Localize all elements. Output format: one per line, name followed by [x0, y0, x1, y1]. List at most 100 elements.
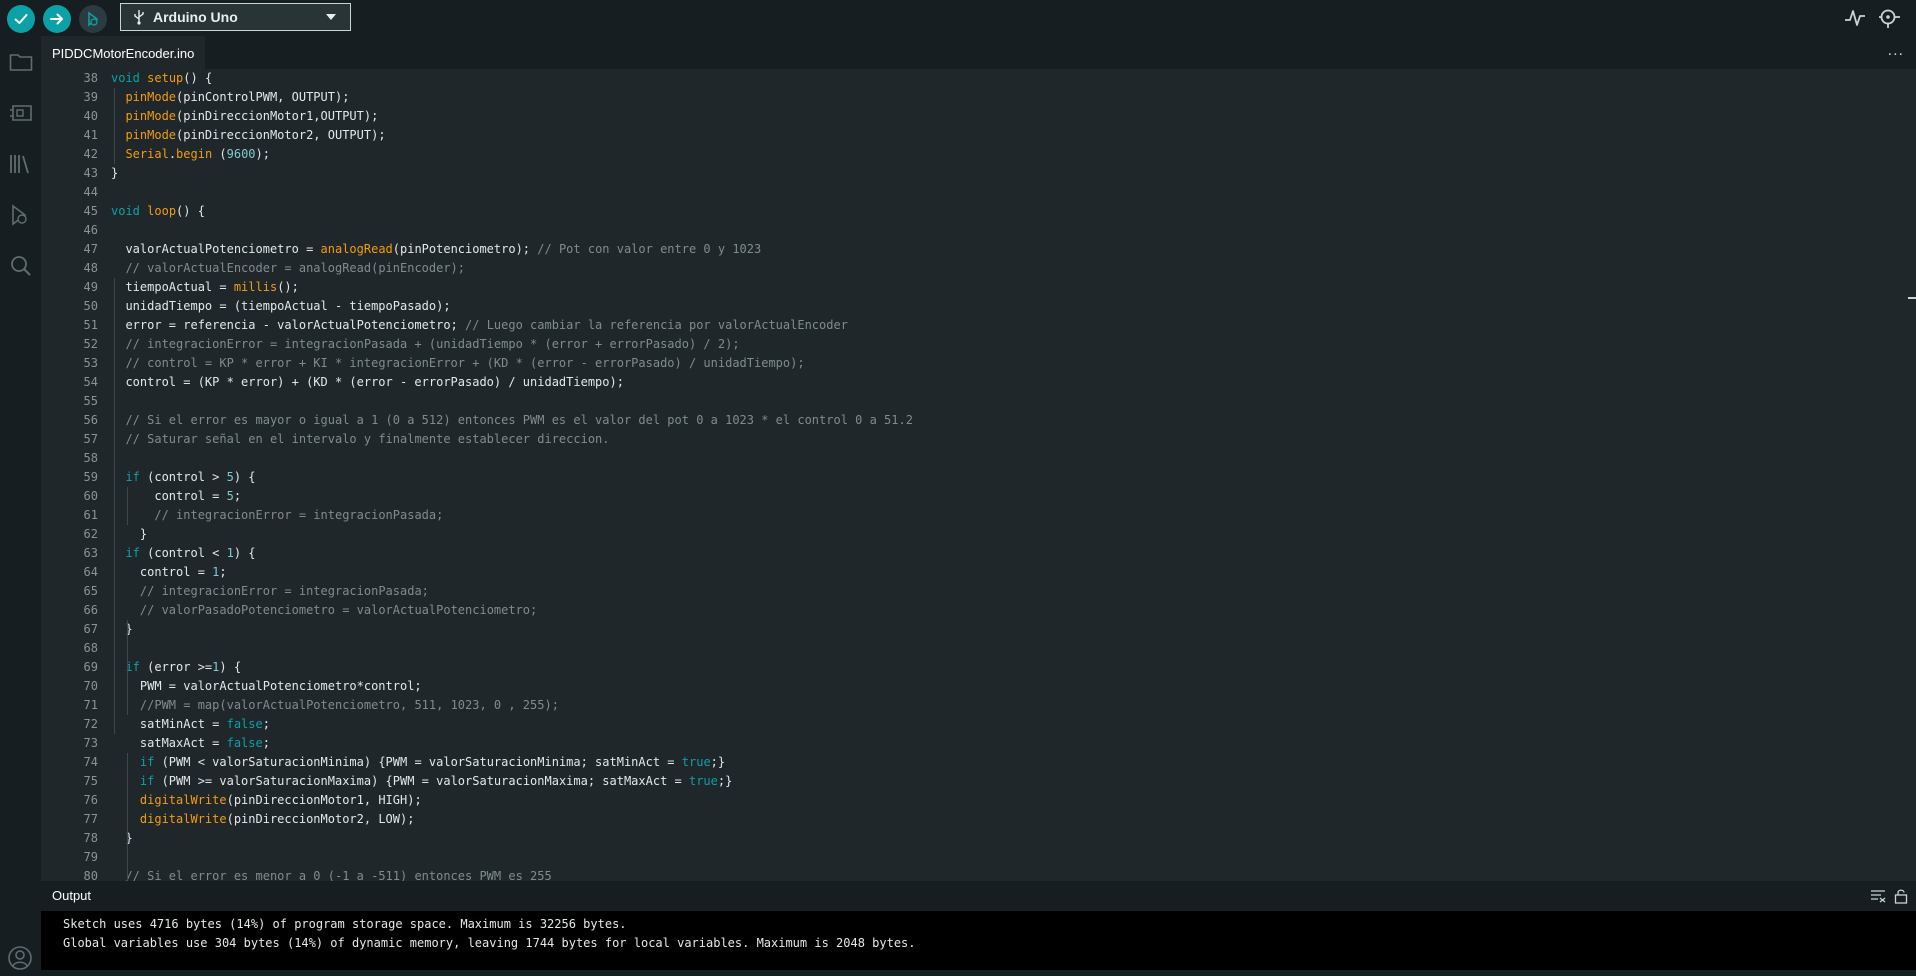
verify-icon [14, 14, 28, 24]
search-button[interactable] [8, 253, 34, 279]
code-token: void [111, 71, 140, 85]
code-token: (pinControlPWM, OUTPUT); [176, 90, 350, 104]
debug-icon [88, 11, 99, 27]
code-line[interactable]: // valorPasadoPotenciometro = valorActua… [111, 601, 1916, 620]
code-line[interactable]: if (error >=1) { [111, 658, 1916, 677]
code-line[interactable]: if (control > 5) { [111, 468, 1916, 487]
code-token: // Pot con valor entre 0 y 1023 [537, 242, 762, 256]
code-line[interactable]: //PWM = map(valorActualPotenciometro, 51… [111, 696, 1916, 715]
library-manager-button[interactable] [8, 151, 34, 177]
code-line[interactable]: pinMode(pinDireccionMotor2, OUTPUT); [111, 126, 1916, 145]
code-token: pinMode [125, 109, 177, 123]
code-token: if [139, 774, 155, 788]
code-token: // integracionError = integracionPasada; [139, 584, 429, 598]
code-token: (pinDireccionMotor2, LOW); [226, 812, 415, 826]
code-line[interactable]: control = (KP * error) + (KD * (error - … [111, 373, 1916, 392]
serial-plotter-button[interactable] [1844, 8, 1866, 33]
code-token: Serial [125, 147, 169, 161]
code-line[interactable]: // control = KP * error + KI * integraci… [111, 354, 1916, 373]
code-token: pinMode [125, 128, 177, 142]
code-line[interactable]: valorActualPotenciometro = analogRead(pi… [111, 240, 1916, 259]
folder-icon [9, 54, 33, 71]
code-editor[interactable]: 38 39 40 41 42 43 44 45 46 47 48 49 50 51 52 53 54 55 56 57… [41, 69, 1916, 881]
code-token: } [111, 831, 133, 845]
code-line[interactable]: pinMode(pinControlPWM, OUTPUT); [111, 88, 1916, 107]
code-line[interactable] [111, 221, 1916, 240]
code-line[interactable]: } [111, 620, 1916, 639]
indent-guide [127, 620, 128, 715]
code-line[interactable]: satMaxAct = false; [111, 734, 1916, 753]
code-line[interactable]: } [111, 829, 1916, 848]
code-line[interactable]: // Si el error es menor a 0 (-1 a -511) … [111, 867, 1916, 881]
boards-manager-button[interactable] [8, 100, 34, 126]
debug-panel-button[interactable] [8, 202, 34, 228]
debug-icon [12, 204, 27, 226]
code-line[interactable] [111, 449, 1916, 468]
code-line[interactable] [111, 639, 1916, 658]
line-number: 72 [83, 717, 98, 731]
more-actions-button[interactable]: ... [1888, 42, 1904, 60]
line-number: 46 [83, 223, 98, 237]
code-line[interactable]: // Saturar señal en el intervalo y final… [111, 430, 1916, 449]
debug-button[interactable] [79, 5, 107, 33]
serial-monitor-button[interactable] [1878, 7, 1902, 34]
board-selector[interactable]: Arduino Uno [120, 3, 351, 31]
code-line[interactable]: // integracionError = integracionPasada; [111, 582, 1916, 601]
code-token: ) { [233, 546, 256, 560]
clear-output-button[interactable] [1870, 889, 1886, 908]
code-token: 9600 [226, 147, 256, 161]
code-line[interactable]: // Si el error es mayor o igual a 1 (0 a… [111, 411, 1916, 430]
scrollbar-marker[interactable] [1908, 297, 1916, 299]
line-number: 76 [83, 793, 98, 807]
code-token: () { [176, 204, 205, 218]
code-line[interactable]: void setup() { [111, 69, 1916, 88]
code-line[interactable]: control = 1; [111, 563, 1916, 582]
code-line[interactable]: if (control < 1) { [111, 544, 1916, 563]
code-line[interactable] [111, 392, 1916, 411]
code-line[interactable]: PWM = valorActualPotenciometro*control; [111, 677, 1916, 696]
verify-button[interactable] [7, 5, 35, 33]
code-line[interactable]: pinMode(pinDireccionMotor1,OUTPUT); [111, 107, 1916, 126]
search-icon [11, 256, 31, 276]
code-line[interactable]: control = 5; [111, 487, 1916, 506]
code-line[interactable]: Serial.begin (9600); [111, 145, 1916, 164]
code-token: loop [147, 204, 177, 218]
code-token: analogRead [320, 242, 393, 256]
code-line[interactable]: satMinAct = false; [111, 715, 1916, 734]
code-token: // valorPasadoPotenciometro = valorActua… [139, 603, 538, 617]
code-line[interactable]: tiempoActual = millis(); [111, 278, 1916, 297]
code-token: if [139, 755, 155, 769]
code-line[interactable]: if (PWM < valorSaturacionMinima) {PWM = … [111, 753, 1916, 772]
code-line[interactable]: digitalWrite(pinDireccionMotor1, HIGH); [111, 791, 1916, 810]
code-line[interactable]: void loop() { [111, 202, 1916, 221]
sketchbook-button[interactable] [8, 49, 34, 75]
code-token: error = referencia - valorActualPotencio… [111, 318, 466, 332]
code-line[interactable]: // integracionError = integracionPasada; [111, 506, 1916, 525]
library-icon [10, 155, 29, 174]
code-line[interactable]: unidadTiempo = (tiempoActual - tiempoPas… [111, 297, 1916, 316]
code-token: (); [277, 280, 299, 294]
line-number-gutter: 38 39 40 41 42 43 44 45 46 47 48 49 50 51 52 53 54 55 56 57… [41, 69, 101, 881]
code-line[interactable]: digitalWrite(pinDireccionMotor2, LOW); [111, 810, 1916, 829]
code-line[interactable]: } [111, 525, 1916, 544]
file-tab[interactable]: PIDDCMotorEncoder.ino [41, 36, 206, 69]
code-line[interactable]: // valorActualEncoder = analogRead(pinEn… [111, 259, 1916, 278]
line-number: 67 [83, 622, 98, 636]
line-number: 66 [83, 603, 98, 617]
account-button[interactable] [7, 945, 33, 976]
code-content[interactable]: void setup() { pinMode(pinControlPWM, OU… [111, 69, 1916, 881]
code-line[interactable] [111, 183, 1916, 202]
upload-button[interactable] [43, 5, 71, 33]
lock-scroll-button[interactable] [1894, 888, 1908, 909]
code-line[interactable]: error = referencia - valorActualPotencio… [111, 316, 1916, 335]
code-line[interactable]: // integracionError = integracionPasada … [111, 335, 1916, 354]
code-line[interactable] [111, 848, 1916, 867]
line-number: 57 [83, 432, 98, 446]
code-line[interactable]: if (PWM >= valorSaturacionMaxima) {PWM =… [111, 772, 1916, 791]
code-line[interactable]: } [111, 164, 1916, 183]
code-token: } [111, 166, 119, 180]
